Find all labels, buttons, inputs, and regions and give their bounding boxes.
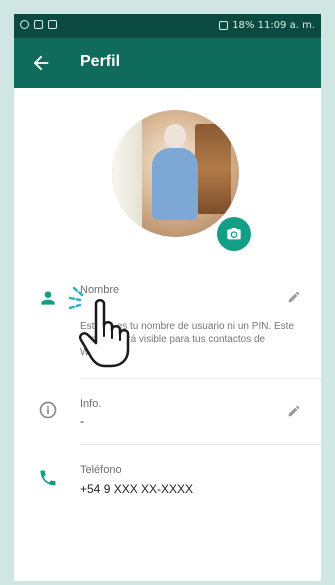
hand-pointer-icon bbox=[68, 286, 130, 368]
status-bar: 18% 11:09 a. m. bbox=[14, 14, 321, 38]
status-right: 18% 11:09 a. m. bbox=[219, 20, 315, 31]
name-row[interactable]: Nombre Este no es tu nombre de usuario n… bbox=[14, 280, 321, 370]
camera-icon bbox=[227, 228, 241, 240]
nfc-icon bbox=[219, 21, 229, 30]
phone-screen: 18% 11:09 a. m. Perfil Nombre Este no es bbox=[14, 14, 321, 581]
phone-row: Teléfono +54 9 XXX XX-XXXX bbox=[14, 458, 321, 502]
photo-door bbox=[112, 110, 142, 237]
page-title: Perfil bbox=[80, 53, 121, 70]
phone-label: Teléfono bbox=[80, 464, 122, 476]
photo-shelf bbox=[195, 124, 231, 214]
divider bbox=[80, 378, 321, 379]
app-bar: Perfil bbox=[14, 38, 321, 88]
info-value: - bbox=[80, 414, 84, 428]
person-icon bbox=[41, 291, 55, 305]
divider bbox=[80, 444, 321, 445]
info-icon bbox=[39, 401, 57, 419]
pencil-icon[interactable] bbox=[287, 404, 301, 418]
pencil-icon[interactable] bbox=[287, 290, 301, 304]
profile-photo[interactable] bbox=[112, 110, 239, 237]
photo-person-head bbox=[164, 124, 186, 148]
avatar[interactable] bbox=[112, 110, 239, 237]
whatsapp-notification-icon bbox=[20, 20, 29, 29]
phone-icon bbox=[40, 470, 56, 486]
status-text: 18% 11:09 a. m. bbox=[232, 20, 315, 31]
status-left-icons bbox=[20, 20, 57, 29]
phone-value: +54 9 XXX XX-XXXX bbox=[80, 482, 194, 496]
message-notification-icon bbox=[48, 20, 57, 29]
info-row[interactable]: Info. - bbox=[14, 392, 321, 436]
photo-person-body bbox=[152, 148, 198, 220]
change-photo-button[interactable] bbox=[217, 217, 251, 251]
info-label: Info. bbox=[80, 398, 102, 410]
arrow-left-icon[interactable] bbox=[30, 52, 52, 74]
gallery-notification-icon bbox=[34, 20, 43, 29]
